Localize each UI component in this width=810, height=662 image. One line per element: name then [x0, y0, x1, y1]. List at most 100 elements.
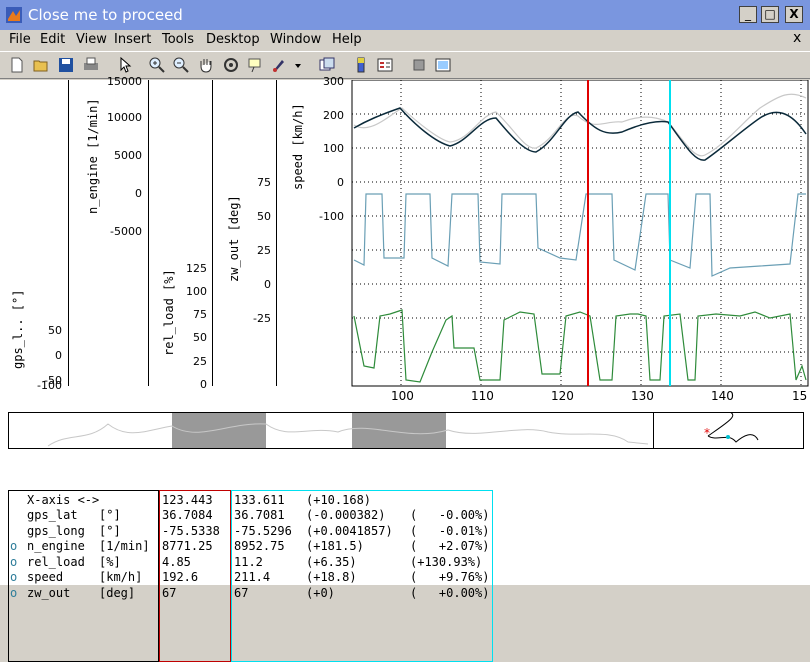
info-row-v1: 67 — [162, 585, 177, 600]
menu-edit[interactable]: Edit — [40, 32, 65, 47]
rel-load-tick: 50 — [193, 331, 207, 344]
show-plot-tools-icon[interactable] — [434, 56, 452, 74]
info-row-unit: [deg] — [99, 585, 136, 600]
info-row-marker: o — [10, 554, 18, 569]
zw-out-axis-line — [276, 80, 277, 386]
x-tick-label: 130 — [631, 389, 654, 403]
speed-tick: 200 — [323, 109, 344, 122]
info-row-v1: 36.7084 — [162, 508, 213, 522]
rel-load-tick: 75 — [193, 308, 207, 321]
menu-file[interactable]: File — [9, 32, 31, 47]
open-folder-icon[interactable] — [32, 56, 50, 74]
info-row-pct: ( -0.01%) — [410, 523, 490, 538]
info-row-unit: [1/min] — [99, 539, 150, 553]
data-cursor-icon[interactable] — [246, 56, 264, 74]
figure-canvas: gps_l.. [°] 50 0 -50 -100 n_engine [1/mi… — [0, 75, 810, 662]
maximize-button[interactable]: □ — [761, 6, 779, 23]
menu-view[interactable]: View — [76, 32, 107, 47]
gps-tick: -100 — [37, 379, 62, 392]
info-row-unit: [%] — [99, 554, 121, 569]
rotate-3d-icon[interactable] — [222, 56, 240, 74]
speed-tick: 0 — [337, 176, 344, 189]
dropdown-arrow-icon[interactable] — [293, 56, 303, 74]
n-engine-tick: 15000 — [107, 75, 142, 88]
info-row-unit: [°] — [99, 508, 121, 522]
info-row-v2: 11.2 — [234, 554, 263, 569]
zoom-in-icon[interactable] — [148, 56, 166, 74]
info-row-pct: ( -0.00%) — [410, 508, 490, 522]
info-row-name: speed — [27, 570, 64, 584]
overview-strip[interactable]: * — [8, 412, 805, 452]
x-tick-label: 15 — [792, 389, 808, 403]
colorbar-icon[interactable] — [352, 56, 370, 74]
x-tick-label: 100 — [391, 389, 414, 403]
zw-out-tick: 50 — [257, 210, 271, 223]
print-icon[interactable] — [82, 56, 100, 74]
menu-desktop[interactable]: Desktop — [206, 32, 260, 47]
info-row-name: rel_load — [27, 554, 85, 569]
speed-tick: -100 — [319, 210, 344, 223]
info-row-name: gps_lat — [27, 508, 78, 522]
info-row-name: zw_out — [27, 585, 71, 600]
x-tick-label: 140 — [711, 389, 734, 403]
info-row-diff: (+18.8) — [306, 570, 357, 584]
zw-out-tick: 75 — [257, 176, 271, 189]
info-row-pct: (+130.93%) — [410, 554, 483, 569]
rel-load-tick: 25 — [193, 355, 207, 368]
n-engine-axis-line — [148, 80, 149, 386]
info-row-diff: (+0) — [306, 585, 335, 600]
menu-window[interactable]: Window — [270, 32, 321, 47]
rel-load-tick: 100 — [186, 285, 207, 298]
info-row-v2: 67 — [234, 585, 249, 600]
menu-insert[interactable]: Insert — [114, 32, 151, 47]
menu-help[interactable]: Help — [332, 32, 362, 47]
overview-selection-1[interactable] — [172, 413, 266, 448]
zw-out-tick: -25 — [253, 312, 271, 325]
rel-load-tick: 0 — [200, 378, 207, 391]
title-bar[interactable]: Close me to proceed _ □ X — [0, 0, 810, 30]
pointer-icon[interactable] — [116, 56, 134, 74]
overview-selection-2[interactable] — [352, 413, 446, 448]
new-file-icon[interactable] — [8, 56, 26, 74]
zoom-out-icon[interactable] — [172, 56, 190, 74]
info-row-pct: ( +2.07%) — [410, 539, 490, 553]
gps-marker-red: * — [704, 426, 710, 440]
close-button[interactable]: X — [785, 6, 803, 23]
pan-hand-icon[interactable] — [197, 56, 215, 74]
main-plot[interactable] — [350, 80, 810, 390]
zw-out-axis-label: zw_out [deg] — [227, 195, 241, 282]
info-row-v1: -75.5338 — [162, 523, 220, 538]
info-row-v1: 192.6 — [162, 570, 199, 584]
brush-icon[interactable] — [270, 56, 288, 74]
gps-marker-cyan — [726, 435, 730, 439]
gps-tick: 50 — [48, 324, 62, 337]
minimize-button[interactable]: _ — [739, 6, 757, 23]
n-engine-tick: 5000 — [114, 149, 142, 162]
legend-icon[interactable] — [376, 56, 394, 74]
menu-close-icon[interactable]: x — [793, 30, 801, 46]
info-row-name: n_engine — [27, 539, 85, 553]
link-plot-icon[interactable] — [318, 56, 336, 74]
menu-tools[interactable]: Tools — [162, 32, 194, 47]
info-row-diff: (+0.0041857) — [306, 523, 393, 538]
speed-tick: 300 — [323, 75, 344, 88]
x-tick-label: 120 — [551, 389, 574, 403]
info-row-unit: [km/h] — [99, 570, 143, 584]
info-row-marker: o — [10, 570, 18, 584]
hide-plot-tools-icon[interactable] — [410, 56, 428, 74]
info-row-pct: ( +0.00%) — [410, 585, 490, 600]
info-row-diff: (-0.000382) — [306, 508, 386, 522]
info-row-v1: 8771.25 — [162, 539, 213, 553]
info-row-diff: (+181.5) — [306, 539, 364, 553]
matlab-icon — [6, 7, 22, 23]
x-tick-label: 110 — [471, 389, 494, 403]
info-row-diff: (+6.35) — [306, 554, 357, 569]
info-row-v1: 4.85 — [162, 554, 191, 569]
info-row-unit: [°] — [99, 523, 121, 538]
info-xaxis-label: X-axis <-> — [27, 493, 100, 507]
n-engine-tick: -5000 — [110, 225, 142, 238]
info-row-marker: o — [10, 539, 18, 553]
save-icon[interactable] — [57, 56, 75, 74]
info-xaxis-v2: 133.611 — [234, 493, 285, 507]
window-title: Close me to proceed — [28, 6, 183, 24]
